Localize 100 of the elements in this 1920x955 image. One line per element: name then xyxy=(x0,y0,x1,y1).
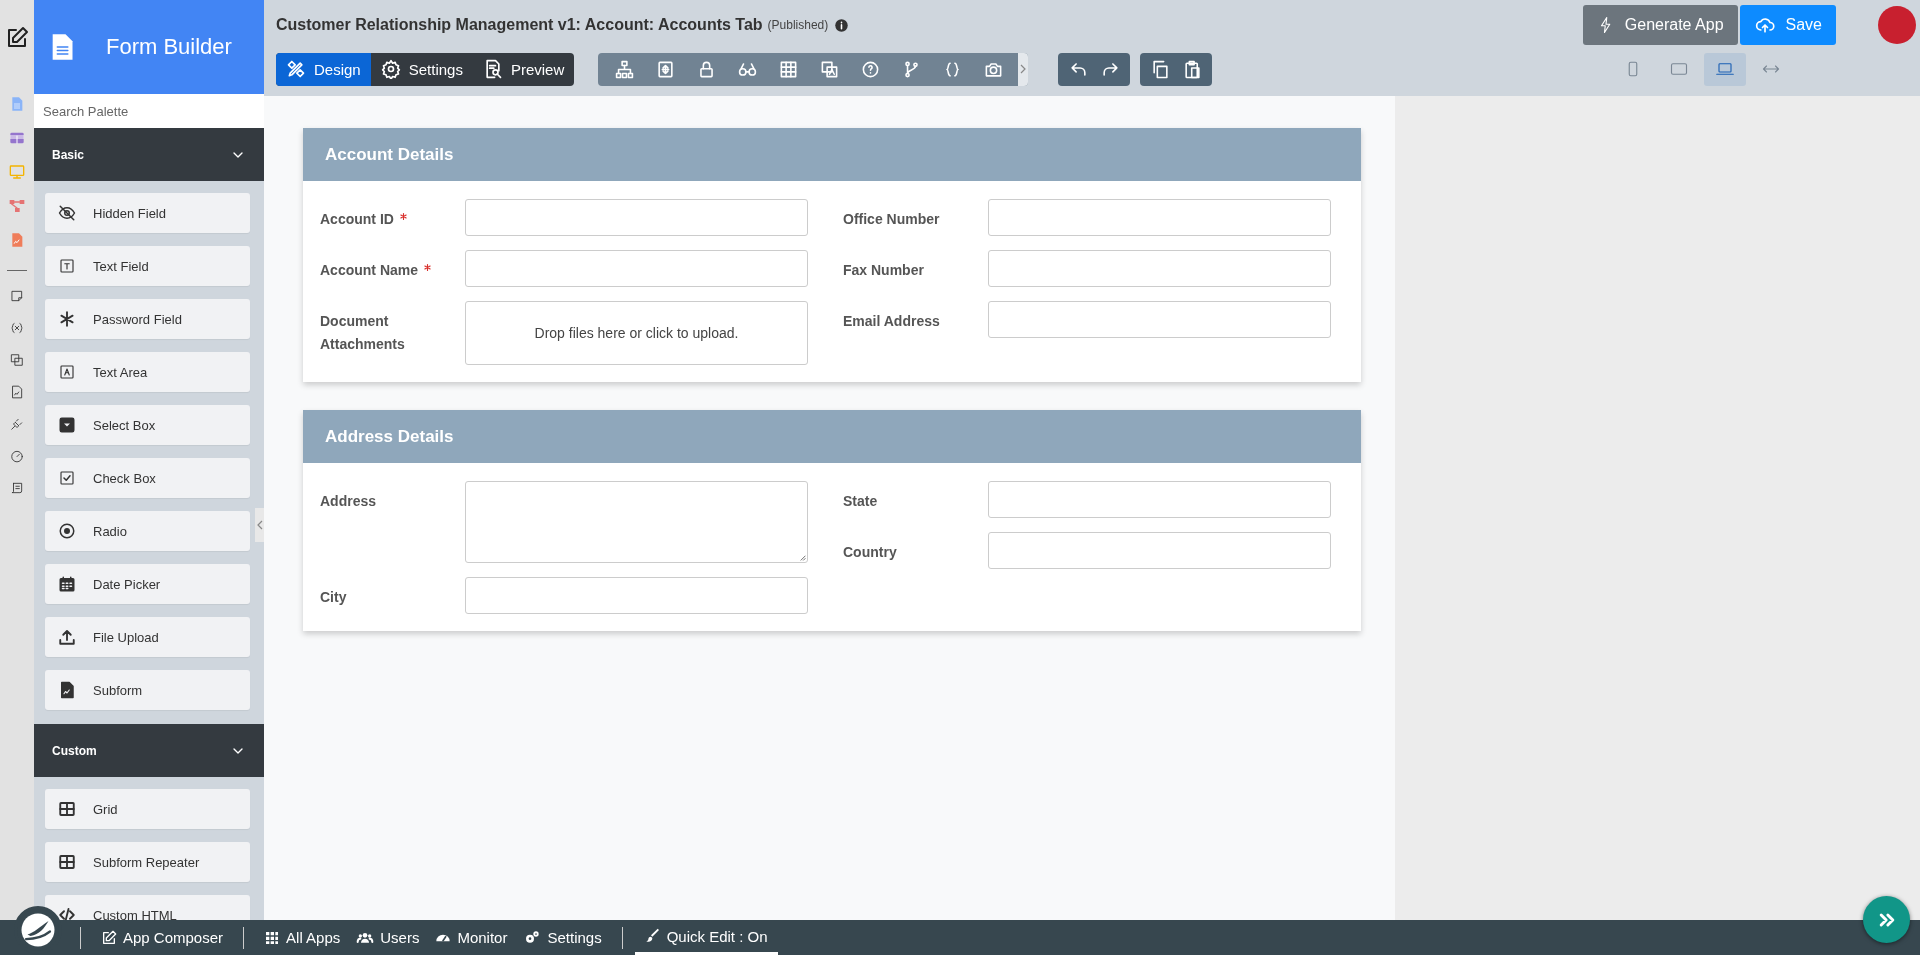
field-label: Account ID xyxy=(320,199,465,231)
palette-item[interactable]: Text Area xyxy=(45,352,250,392)
flowchart-icon xyxy=(9,198,25,214)
laptop-icon xyxy=(1716,60,1734,78)
avatar[interactable] xyxy=(1878,6,1916,44)
field-label: Address xyxy=(320,492,378,511)
nav-link[interactable]: Settings xyxy=(515,929,610,946)
note-icon xyxy=(10,289,24,303)
document-icon xyxy=(9,96,25,112)
palette-item[interactable]: Subform Repeater xyxy=(45,842,250,882)
text-input[interactable] xyxy=(988,199,1331,236)
document-icon xyxy=(58,681,76,699)
translate-icon xyxy=(820,59,840,79)
variable-icon xyxy=(10,321,24,335)
brush-icon xyxy=(644,928,661,944)
text-input[interactable] xyxy=(465,199,808,236)
status-label: (Published) xyxy=(767,18,829,32)
text-input[interactable] xyxy=(988,532,1331,569)
bird-icon xyxy=(20,912,56,948)
scroll-icon xyxy=(10,481,24,495)
section-header[interactable]: Custom xyxy=(34,724,264,777)
text-area-icon xyxy=(58,363,76,381)
palette-item[interactable]: Grid xyxy=(45,789,250,829)
palette-item[interactable]: Text Field xyxy=(45,246,250,286)
quick-edit-toggle[interactable]: Quick Edit : On xyxy=(634,920,778,955)
mode-tab[interactable]: Settings xyxy=(370,52,473,86)
gauge-icon xyxy=(10,449,24,463)
field-label: Country xyxy=(843,543,898,562)
edit-icon xyxy=(5,26,29,50)
search-field[interactable]: Search Palette xyxy=(34,94,264,128)
cloud-upload-icon xyxy=(1753,15,1776,35)
upload-icon xyxy=(58,628,76,646)
form-title: Customer Relationship Management v1: Account: Accounts Tab xyxy=(276,16,763,34)
field-label: State xyxy=(843,492,879,511)
edit-icon xyxy=(101,929,117,946)
plug-icon xyxy=(10,417,24,431)
hierarchy-icon xyxy=(615,59,635,79)
palette-item[interactable]: Check Box xyxy=(45,458,250,498)
field-label: Account Name xyxy=(320,250,465,282)
dropdown-icon xyxy=(58,416,76,434)
monitor-icon xyxy=(9,164,25,180)
field-label: Email Address xyxy=(843,312,941,331)
generate-button[interactable]: Generate App xyxy=(1582,5,1738,45)
text-input[interactable] xyxy=(465,250,808,287)
app-title: Form Builder xyxy=(106,34,232,60)
palette-item[interactable]: File Upload xyxy=(45,617,250,657)
table-icon xyxy=(58,853,76,871)
table-icon xyxy=(9,130,25,146)
section-header[interactable]: Basic xyxy=(34,128,264,181)
palette-item[interactable]: Radio xyxy=(45,511,250,551)
grid-icon xyxy=(264,929,281,946)
text-field-icon xyxy=(58,257,76,275)
palette-item[interactable]: Date Picker xyxy=(45,564,250,604)
text-input[interactable] xyxy=(988,481,1331,518)
file-drop-zone[interactable]: Drop files here or click to upload. xyxy=(465,301,808,365)
info-icon xyxy=(834,17,850,33)
gears-icon xyxy=(523,929,542,946)
nav-link[interactable]: App Composer xyxy=(93,929,232,946)
scroll-right-button[interactable] xyxy=(1018,52,1029,86)
layout-icon xyxy=(656,59,676,79)
text-input[interactable] xyxy=(465,577,808,614)
nav-link[interactable]: Monitor xyxy=(427,929,516,946)
mode-tab[interactable]: Design xyxy=(276,52,371,86)
section-title: Account Details xyxy=(303,128,1361,181)
field-label: City xyxy=(320,588,348,607)
help-icon xyxy=(861,59,881,79)
nav-link[interactable]: All Apps xyxy=(256,929,349,946)
pdf-icon xyxy=(9,232,25,248)
asterisk-icon xyxy=(58,310,76,328)
palette-item[interactable]: Password Field xyxy=(45,299,250,339)
text-input[interactable] xyxy=(988,250,1331,287)
chevron-left-icon xyxy=(256,520,263,530)
tablet-icon xyxy=(1670,60,1688,78)
code-icon xyxy=(58,906,76,920)
eye-slash-icon xyxy=(58,204,76,222)
palette-item[interactable]: Hidden Field xyxy=(45,193,250,233)
copy-icon xyxy=(1150,59,1170,79)
clipboard-icon xyxy=(1182,59,1202,79)
calendar-icon xyxy=(58,575,76,593)
table-icon xyxy=(58,800,76,818)
field-label: Fax Number xyxy=(843,261,925,280)
section-title: Address Details xyxy=(303,410,1361,463)
pencil-ruler-icon xyxy=(286,59,306,79)
text-input[interactable] xyxy=(988,301,1331,338)
translate-icon xyxy=(10,353,24,367)
collapse-handle[interactable] xyxy=(255,508,264,542)
gear-icon xyxy=(380,59,401,79)
grid-icon xyxy=(779,59,799,79)
image-file-icon xyxy=(10,385,24,399)
chevron-right-icon xyxy=(1020,64,1027,74)
mode-tab[interactable]: Preview xyxy=(472,52,575,86)
device-view-button[interactable] xyxy=(1704,52,1746,86)
palette-item[interactable]: Custom HTML xyxy=(45,895,250,920)
checkbox-icon xyxy=(58,469,76,487)
nav-link[interactable]: Users xyxy=(348,929,428,946)
palette-item[interactable]: Subform xyxy=(45,670,250,710)
palette-item[interactable]: Select Box xyxy=(45,405,250,445)
radio-icon xyxy=(58,522,76,540)
field-label: Document Attachments xyxy=(320,312,406,354)
field-label: Office Number xyxy=(843,210,941,229)
